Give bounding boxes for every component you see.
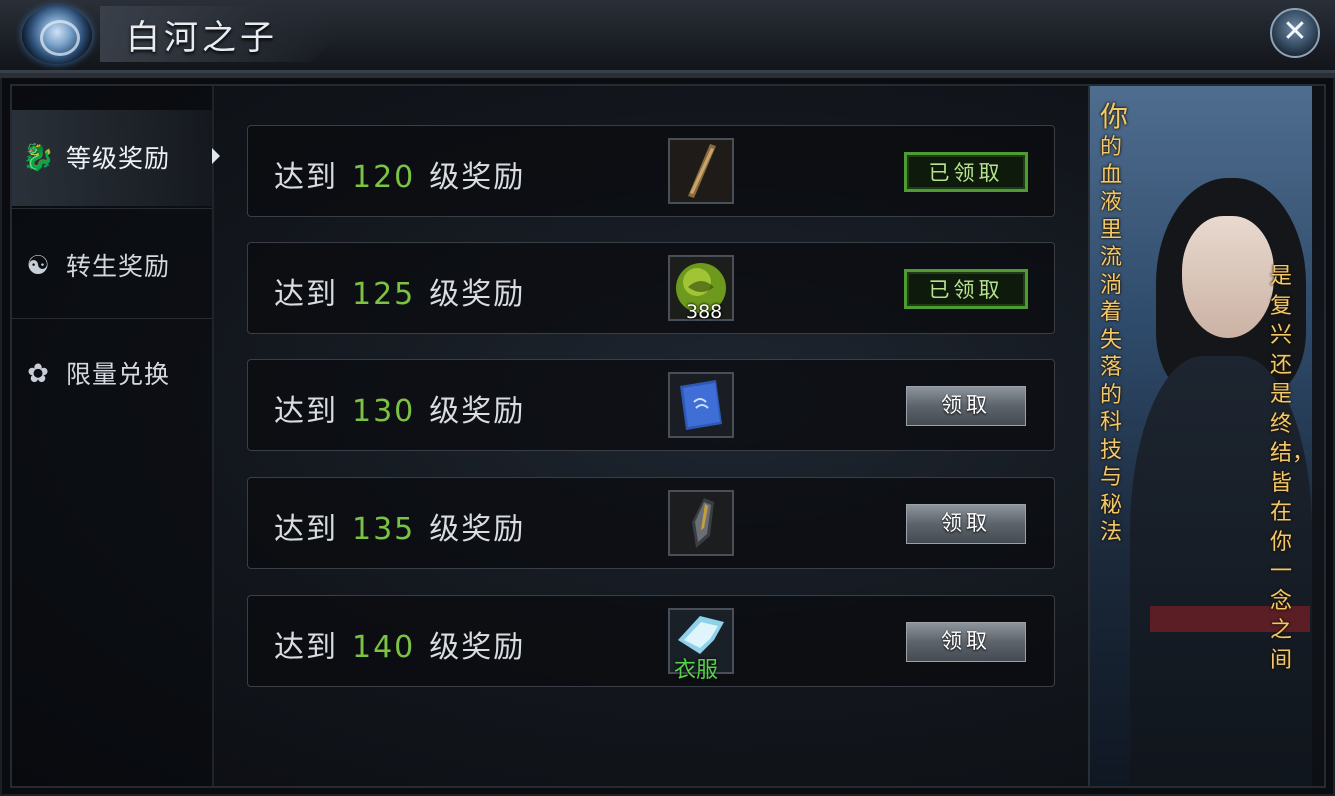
banner-slogan-first-char: 你 xyxy=(1100,100,1129,133)
reward-suffix: 级奖励 xyxy=(429,160,526,195)
reward-row: 达到 135 级奖励 领取 xyxy=(247,477,1055,569)
reward-suffix: 级奖励 xyxy=(429,277,526,312)
reward-row: 达到 140 级奖励 衣服 领取 xyxy=(247,595,1055,687)
reward-level: 120 xyxy=(352,160,416,195)
active-arrow-icon xyxy=(212,148,220,164)
banner-slogan-left: 你的血液里流淌着失落的科技与秘法 xyxy=(1100,100,1130,547)
reward-row: 达到 125 级奖励 388 已领取 xyxy=(247,242,1055,334)
reward-row: 达到 130 级奖励 领取 xyxy=(247,359,1055,451)
claim-button[interactable]: 领取 xyxy=(906,622,1026,662)
armor-item-icon[interactable] xyxy=(668,490,734,556)
sidebar: 🐉 等级奖励 ☯ 转生奖励 ✿ 限量兑换 xyxy=(12,86,220,786)
divider xyxy=(12,208,212,209)
reward-label: 达到 120 级奖励 xyxy=(274,152,525,196)
divider xyxy=(12,318,212,319)
sidebar-item-label: 限量兑换 xyxy=(66,360,171,389)
close-icon: ✕ xyxy=(1282,14,1308,49)
reward-level: 125 xyxy=(352,277,416,312)
staff-item-icon[interactable] xyxy=(668,138,734,204)
sidebar-item-label: 等级奖励 xyxy=(66,144,171,173)
sidebar-item-label: 转生奖励 xyxy=(66,252,171,281)
claimed-button[interactable]: 已领取 xyxy=(904,269,1028,309)
title-bar: 白河之子 ✕ xyxy=(0,0,1335,78)
reward-prefix: 达到 xyxy=(274,394,338,429)
emblem-icon xyxy=(22,6,92,64)
reward-prefix: 达到 xyxy=(274,512,338,547)
claim-button[interactable]: 领取 xyxy=(906,504,1026,544)
reward-level: 130 xyxy=(352,394,416,429)
swirl-icon: ☯ xyxy=(26,251,50,281)
window-title: 白河之子 xyxy=(126,18,278,58)
reward-label: 达到 135 级奖励 xyxy=(274,504,525,548)
reward-prefix: 达到 xyxy=(274,277,338,312)
promo-banner: 你的血液里流淌着失落的科技与秘法 是复兴还是终结，皆在你一念之间 xyxy=(1088,86,1312,786)
reward-row: 达到 120 级奖励 已领取 xyxy=(247,125,1055,217)
claim-button[interactable]: 领取 xyxy=(906,386,1026,426)
dragon-icon: 🐉 xyxy=(22,143,55,173)
reward-prefix: 达到 xyxy=(274,630,338,665)
reward-suffix: 级奖励 xyxy=(429,512,526,547)
item-type-tag: 衣服 xyxy=(674,658,719,683)
item-quantity: 388 xyxy=(686,301,723,323)
claimed-button[interactable]: 已领取 xyxy=(904,152,1028,192)
reward-prefix: 达到 xyxy=(274,160,338,195)
character-face xyxy=(1182,216,1274,338)
reward-level: 135 xyxy=(352,512,416,547)
banner-slogan-rest: 的血液里流淌着失落的科技与秘法 xyxy=(1100,135,1123,545)
sidebar-item-rebirth-rewards[interactable]: ☯ 转生奖励 xyxy=(12,218,212,314)
close-button[interactable]: ✕ xyxy=(1270,8,1320,58)
banner-slogan-right: 是复兴还是终结，皆在你一念之间 xyxy=(1270,264,1312,673)
sidebar-item-limited-exchange[interactable]: ✿ 限量兑换 xyxy=(12,326,212,422)
reward-suffix: 级奖励 xyxy=(429,394,526,429)
reward-level: 140 xyxy=(352,630,416,665)
flower-icon: ✿ xyxy=(27,359,49,389)
reward-label: 达到 130 级奖励 xyxy=(274,386,525,430)
reward-suffix: 级奖励 xyxy=(429,630,526,665)
blue-book-item-icon[interactable] xyxy=(668,372,734,438)
reward-label: 达到 125 级奖励 xyxy=(274,269,525,313)
sidebar-item-level-rewards[interactable]: 🐉 等级奖励 xyxy=(12,110,220,206)
reward-label: 达到 140 级奖励 xyxy=(274,622,525,666)
